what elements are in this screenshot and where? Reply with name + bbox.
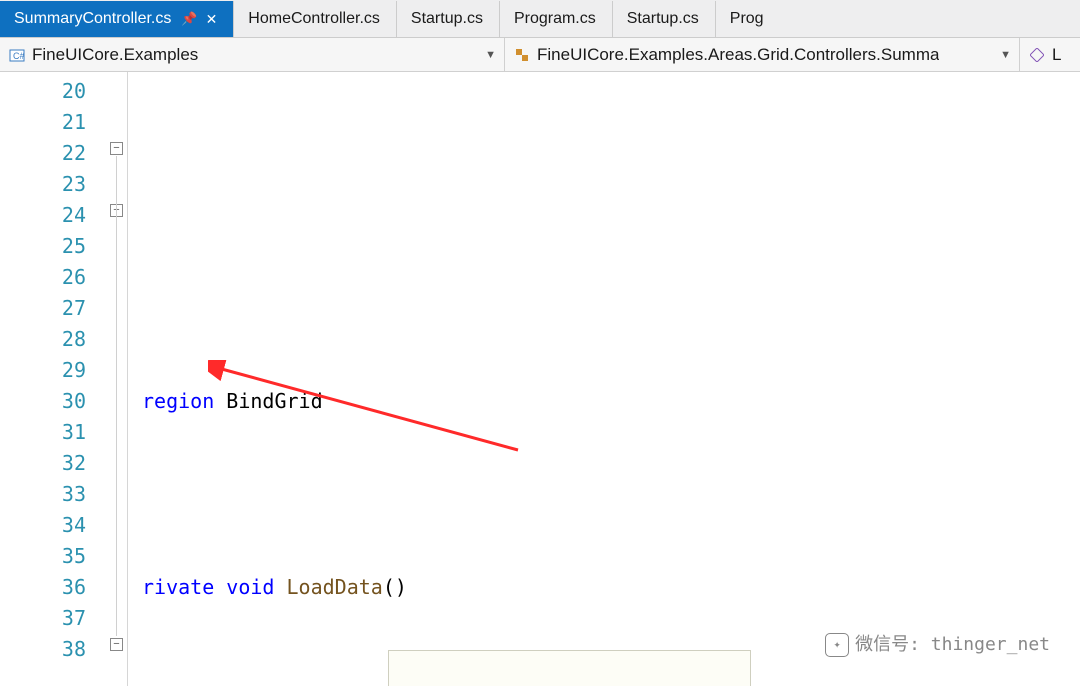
member-text: L — [1052, 45, 1061, 65]
line-number: 27 — [0, 293, 86, 324]
code-line — [142, 293, 1080, 324]
line-number: 37 — [0, 603, 86, 634]
line-number: 36 — [0, 572, 86, 603]
line-number-gutter: 20212223242526272829303132333435363738 — [0, 72, 108, 686]
tab-program[interactable]: Program.cs — [500, 1, 613, 37]
tab-label: Startup.cs — [627, 10, 699, 28]
line-number: 29 — [0, 355, 86, 386]
line-number: 23 — [0, 169, 86, 200]
line-number: 26 — [0, 262, 86, 293]
line-number: 35 — [0, 541, 86, 572]
intellisense-tooltip: 🔧 dynamic Controller.ViewBag { get; } Ge… — [388, 650, 751, 686]
watermark: ✦ 微信号: thinger_net — [825, 629, 1050, 660]
chevron-down-icon: ▼ — [994, 49, 1011, 61]
tab-startup-2[interactable]: Startup.cs — [613, 1, 716, 37]
fold-margin[interactable]: − − − — [108, 72, 128, 686]
fold-toggle-region[interactable]: − — [110, 142, 123, 155]
code-editor[interactable]: 20212223242526272829303132333435363738 −… — [0, 72, 1080, 686]
csharp-project-icon: C# — [8, 46, 26, 64]
class-text: FineUICore.Examples.Areas.Grid.Controlle… — [537, 45, 939, 65]
code-line: region BindGrid — [142, 386, 1080, 417]
line-number: 32 — [0, 448, 86, 479]
file-tab-bar: SummaryController.cs 📌 ✕ HomeController.… — [0, 0, 1080, 38]
chevron-down-icon: ▼ — [479, 49, 496, 61]
line-number: 38 — [0, 634, 86, 665]
code-line — [142, 479, 1080, 510]
method-icon — [1028, 46, 1046, 64]
line-number: 34 — [0, 510, 86, 541]
code-area[interactable]: region BindGrid rivate void LoadData() v… — [128, 72, 1080, 686]
tab-overflow[interactable]: Prog — [716, 1, 780, 37]
tab-label: SummaryController.cs — [14, 10, 171, 28]
code-line — [142, 200, 1080, 231]
tab-summarycontroller[interactable]: SummaryController.cs 📌 ✕ — [0, 1, 234, 37]
tab-label: Prog — [730, 10, 764, 28]
tab-homecontroller[interactable]: HomeController.cs — [234, 1, 397, 37]
class-dropdown[interactable]: FineUICore.Examples.Areas.Grid.Controlle… — [505, 38, 1020, 71]
line-number: 28 — [0, 324, 86, 355]
svg-text:C#: C# — [13, 51, 25, 61]
line-number: 24 — [0, 200, 86, 231]
tab-label: Startup.cs — [411, 10, 483, 28]
navigation-bar: C# FineUICore.Examples ▼ FineUICore.Exam… — [0, 38, 1080, 72]
tab-label: Program.cs — [514, 10, 596, 28]
line-number: 20 — [0, 76, 86, 107]
pin-icon[interactable]: 📌 — [181, 11, 197, 27]
line-number: 25 — [0, 231, 86, 262]
code-line: rivate void LoadData() — [142, 572, 1080, 603]
line-number: 33 — [0, 479, 86, 510]
namespace-text: FineUICore.Examples — [32, 45, 198, 65]
fold-guide — [116, 156, 117, 636]
line-number: 22 — [0, 138, 86, 169]
class-icon — [513, 46, 531, 64]
tab-startup-1[interactable]: Startup.cs — [397, 1, 500, 37]
tab-label: HomeController.cs — [248, 10, 380, 28]
fold-toggle-method-2[interactable]: − — [110, 638, 123, 651]
line-number: 30 — [0, 386, 86, 417]
line-number: 21 — [0, 107, 86, 138]
close-icon[interactable]: ✕ — [206, 11, 218, 28]
wechat-icon: ✦ — [825, 633, 849, 657]
line-number: 31 — [0, 417, 86, 448]
namespace-dropdown[interactable]: C# FineUICore.Examples ▼ — [0, 38, 505, 71]
member-dropdown[interactable]: L — [1020, 38, 1080, 71]
